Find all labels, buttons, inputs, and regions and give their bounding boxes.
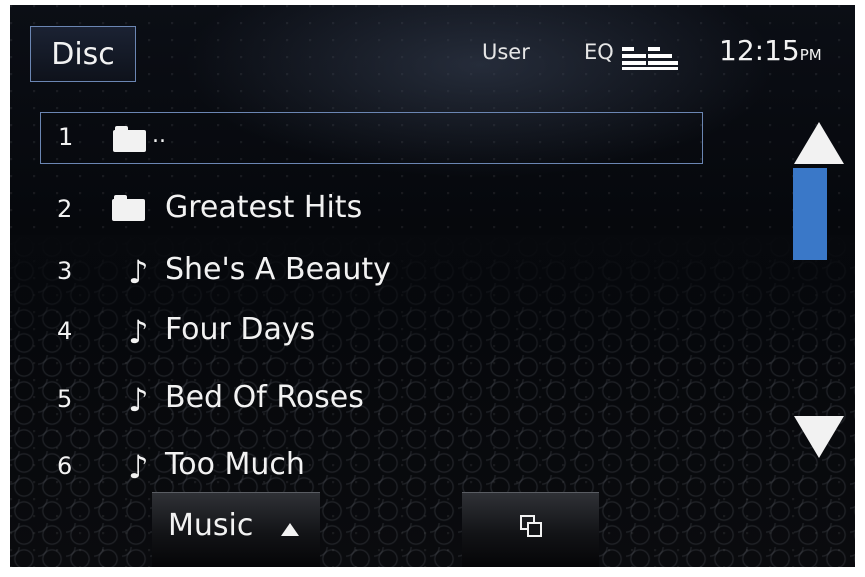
music-note-icon: ♪ xyxy=(128,253,149,291)
list-item-label: Four Days xyxy=(165,312,316,347)
list-item-number: 1 xyxy=(58,123,74,151)
scroll-down-arrow-icon[interactable] xyxy=(794,416,844,458)
user-label[interactable]: User xyxy=(482,40,530,64)
music-button-label: Music xyxy=(168,508,254,543)
clock: 12:15PM xyxy=(719,34,822,67)
music-note-icon: ♪ xyxy=(128,448,149,486)
list-item-label: Greatest Hits xyxy=(165,190,363,225)
media-screen: Disc User EQ 12:15PM 1 .. 2 Greatest Hit… xyxy=(10,5,855,567)
list-item-2[interactable]: 2 Greatest Hits xyxy=(40,185,705,233)
list-item-3[interactable]: 3 ♪ She's A Beauty xyxy=(40,247,705,295)
disc-source-button[interactable]: Disc xyxy=(30,26,136,82)
eq-label[interactable]: EQ xyxy=(584,40,614,64)
window-switch-button[interactable] xyxy=(462,492,599,567)
equalizer-icon[interactable] xyxy=(622,45,678,71)
music-note-icon: ♪ xyxy=(128,313,149,351)
list-item-label: Bed Of Roses xyxy=(165,380,364,415)
list-item-number: 6 xyxy=(57,452,73,480)
folder-icon xyxy=(112,195,145,221)
list-item-number: 5 xyxy=(57,385,73,413)
chevron-up-icon xyxy=(281,523,299,536)
list-item-label: She's A Beauty xyxy=(165,252,391,287)
list-item-number: 3 xyxy=(57,257,73,285)
list-item-6[interactable]: 6 ♪ Too Much xyxy=(40,442,705,490)
list-item-5[interactable]: 5 ♪ Bed Of Roses xyxy=(40,375,705,423)
list-item-label: Too Much xyxy=(165,447,305,482)
music-note-icon: ♪ xyxy=(128,381,149,419)
list-item-label: .. xyxy=(152,123,166,148)
scroll-up-arrow-icon[interactable] xyxy=(794,122,844,164)
music-menu-button[interactable]: Music xyxy=(152,492,320,567)
list-item-4[interactable]: 4 ♪ Four Days xyxy=(40,307,705,355)
window-switch-icon xyxy=(520,515,542,537)
list-item-1[interactable]: 1 .. xyxy=(40,112,703,164)
list-item-number: 2 xyxy=(57,195,73,223)
scrollbar-thumb[interactable] xyxy=(793,168,827,260)
list-item-number: 4 xyxy=(57,317,73,345)
folder-icon xyxy=(113,126,146,152)
